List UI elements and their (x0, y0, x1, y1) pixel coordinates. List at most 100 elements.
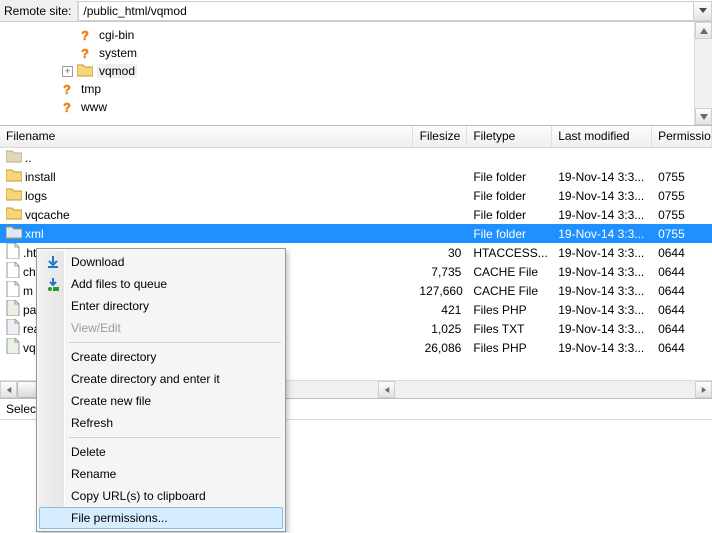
cell-size: 30 (413, 246, 467, 260)
queue-icon (45, 276, 61, 292)
scroll-up-button[interactable] (695, 22, 712, 39)
scroll-down-button[interactable] (695, 108, 712, 125)
file-icon (6, 281, 20, 300)
file-name: ch (23, 265, 36, 279)
folder-icon (6, 187, 22, 204)
menu-item-label: File permissions... (71, 511, 168, 525)
menu-item-label: Add files to queue (71, 277, 167, 291)
cell-size: 1,025 (413, 322, 467, 336)
tree-expand-icon[interactable]: + (62, 66, 73, 77)
cell-modified: 19-Nov-14 3:3... (552, 189, 652, 203)
file-name: vqcache (25, 208, 70, 222)
file-icon (6, 262, 20, 281)
cell-type: File folder (467, 208, 552, 222)
cell-permissions: 0644 (652, 341, 712, 355)
menu-item-label: Refresh (71, 416, 113, 430)
menu-item[interactable]: Rename (39, 463, 283, 485)
table-row[interactable]: vqcacheFile folder19-Nov-14 3:3...0755 (0, 205, 712, 224)
menu-item[interactable]: Create directory (39, 346, 283, 368)
cell-permissions: 0755 (652, 227, 712, 241)
menu-item[interactable]: Create new file (39, 390, 283, 412)
menu-item[interactable]: Copy URL(s) to clipboard (39, 485, 283, 507)
tree-item-label: tmp (79, 82, 103, 96)
menu-separator (69, 437, 281, 438)
file-icon (6, 243, 20, 262)
table-row[interactable]: installFile folder19-Nov-14 3:3...0755 (0, 167, 712, 186)
cell-permissions: 0644 (652, 265, 712, 279)
file-name: m (23, 284, 33, 298)
cell-size: 7,735 (413, 265, 467, 279)
menu-item[interactable]: Refresh (39, 412, 283, 434)
table-row[interactable]: .. (0, 148, 712, 167)
menu-item[interactable]: Enter directory (39, 295, 283, 317)
unknown-icon: ? (77, 27, 93, 43)
download-icon (45, 254, 61, 270)
menu-item-label: Enter directory (71, 299, 149, 313)
scroll-right-button[interactable] (695, 381, 712, 398)
table-row[interactable]: logsFile folder19-Nov-14 3:3...0755 (0, 186, 712, 205)
cell-type: CACHE File (467, 284, 552, 298)
file-name: .ht (23, 246, 36, 260)
column-filetype[interactable]: Filetype (467, 126, 552, 147)
cell-permissions: 0644 (652, 303, 712, 317)
cell-modified: 19-Nov-14 3:3... (552, 265, 652, 279)
menu-item-label: Create directory (71, 350, 156, 364)
context-menu[interactable]: Download Add files to queue Enter director… (36, 248, 286, 532)
cell-modified: 19-Nov-14 3:3... (552, 322, 652, 336)
cell-type: Files TXT (467, 322, 552, 336)
table-row[interactable]: xmlFile folder19-Nov-14 3:3...0755 (0, 224, 712, 243)
folder-icon (6, 168, 22, 185)
remote-site-row: Remote site: (0, 0, 712, 22)
cell-modified: 19-Nov-14 3:3... (552, 303, 652, 317)
column-filename[interactable]: Filename (0, 126, 413, 147)
column-modified[interactable]: Last modified (552, 126, 652, 147)
tree-item[interactable]: ?system (26, 44, 694, 62)
menu-item[interactable]: Download (39, 251, 283, 273)
remote-path-input[interactable] (79, 2, 693, 20)
tree-item[interactable]: ?tmp (26, 80, 694, 98)
column-filesize[interactable]: Filesize (413, 126, 467, 147)
remote-path-dropdown[interactable] (693, 2, 711, 20)
cell-permissions: 0644 (652, 246, 712, 260)
menu-item-label: Copy URL(s) to clipboard (71, 489, 206, 503)
column-permissions[interactable]: Permissions (652, 126, 712, 147)
folder-icon (6, 206, 22, 223)
remote-path-combo[interactable] (78, 1, 712, 21)
cell-permissions: 0644 (652, 322, 712, 336)
menu-item[interactable]: Add files to queue (39, 273, 283, 295)
menu-item-label: View/Edit (71, 321, 121, 335)
folder-icon (77, 63, 93, 79)
menu-item[interactable]: Delete (39, 441, 283, 463)
cell-type: File folder (467, 227, 552, 241)
tree-item-label: cgi-bin (97, 28, 136, 42)
menu-item[interactable]: Create directory and enter it (39, 368, 283, 390)
cell-type: CACHE File (467, 265, 552, 279)
cell-type: HTACCESS... (467, 246, 552, 260)
tree-item[interactable]: ? cgi-bin (26, 26, 694, 44)
scroll-left-button[interactable] (0, 381, 17, 398)
tree-item[interactable]: ?www (26, 98, 694, 116)
file-name: .. (25, 151, 32, 165)
cell-modified: 19-Nov-14 3:3... (552, 284, 652, 298)
cell-type: File folder (467, 189, 552, 203)
menu-item[interactable]: File permissions... (39, 507, 283, 529)
txt-file-icon (6, 319, 20, 338)
unknown-icon: ? (59, 99, 75, 115)
tree-vertical-scrollbar[interactable] (694, 22, 712, 125)
tree-item[interactable]: +vqmod (26, 62, 694, 80)
remote-tree-pane: ?cgi-bin?system+vqmod?tmp?www (0, 22, 712, 126)
cell-modified: 19-Nov-14 3:3... (552, 341, 652, 355)
remote-tree[interactable]: ?cgi-bin?system+vqmod?tmp?www (0, 22, 694, 125)
tree-item-label: system (97, 46, 139, 60)
menu-item-label: Create directory and enter it (71, 372, 220, 386)
cell-modified: 19-Nov-14 3:3... (552, 227, 652, 241)
php-file-icon (6, 338, 20, 357)
file-name: pa (23, 303, 36, 317)
file-list-header[interactable]: Filename Filesize Filetype Last modified… (0, 126, 712, 148)
scroll-right-button-gap[interactable] (378, 381, 395, 398)
cell-permissions: 0755 (652, 208, 712, 222)
cell-modified: 19-Nov-14 3:3... (552, 170, 652, 184)
folder-up-icon (6, 149, 22, 166)
cell-permissions: 0755 (652, 170, 712, 184)
menu-separator (69, 342, 281, 343)
